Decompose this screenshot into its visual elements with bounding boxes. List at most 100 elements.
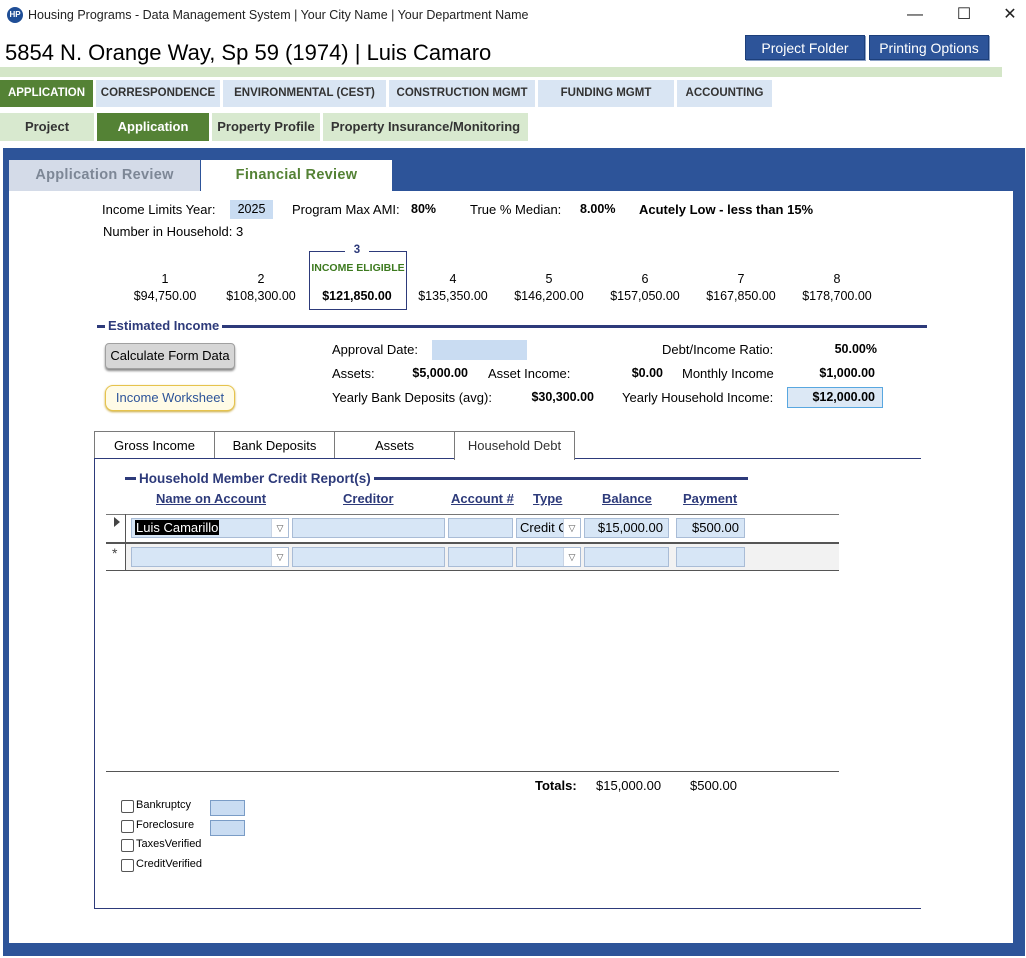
current-record-indicator-icon [114, 517, 120, 527]
income-limits-year-label: Income Limits Year: [102, 202, 216, 217]
household-size-1: 1 [161, 272, 169, 286]
row1-creditor-cell[interactable] [292, 518, 445, 538]
row1-account-cell[interactable] [448, 518, 513, 538]
new-row-balance-cell[interactable] [584, 547, 669, 567]
column-balance[interactable]: Balance [602, 491, 652, 506]
detail-panel-top-border-right [575, 458, 921, 459]
minimize-button[interactable]: — [892, 0, 938, 30]
income-limit-8: $178,700.00 [802, 289, 872, 303]
chevron-down-icon[interactable]: ▽ [271, 548, 288, 566]
bankruptcy-checkbox[interactable] [121, 800, 134, 813]
detail-panel-left-border [94, 458, 95, 909]
income-limit-7: $167,850.00 [706, 289, 776, 303]
tab-construction-mgmt[interactable]: CONSTRUCTION MGMT [389, 80, 535, 107]
bankruptcy-label: Bankruptcy [136, 799, 192, 811]
new-row-type-cell[interactable]: ▽ [516, 547, 581, 567]
bankruptcy-date-field[interactable] [210, 800, 245, 816]
foreclosure-date-field[interactable] [210, 820, 245, 836]
app-logo-icon: HP [7, 7, 23, 23]
detail-panel-bottom-border [94, 908, 921, 909]
new-row-name-cell[interactable]: ▽ [131, 547, 289, 567]
tab-correspondence[interactable]: CORRESPONDENCE [96, 80, 220, 107]
tab-environmental[interactable]: ENVIRONMENTAL (CEST) [223, 80, 386, 107]
printing-options-button[interactable]: Printing Options [869, 35, 989, 60]
header-divider [0, 67, 1002, 77]
tab-financial-review[interactable]: Financial Review [201, 160, 392, 192]
column-payment[interactable]: Payment [683, 491, 737, 506]
window-title: Housing Programs - Data Management Syste… [28, 8, 529, 22]
assets-value: $5,000.00 [412, 366, 468, 380]
subtab-property-insurance[interactable]: Property Insurance/Monitoring [323, 113, 528, 141]
approval-date-label: Approval Date: [332, 342, 418, 357]
yearly-bank-deposits-label: Yearly Bank Deposits (avg): [332, 390, 492, 405]
maximize-button[interactable]: ☐ [941, 0, 987, 30]
income-worksheet-button[interactable]: Income Worksheet [105, 385, 235, 411]
taxes-verified-checkbox[interactable] [121, 839, 134, 852]
true-median-label: True % Median: [470, 202, 562, 217]
true-median-value: 8.00% [580, 202, 616, 216]
row1-payment-cell[interactable]: $500.00 [676, 518, 745, 538]
tab-funding-mgmt[interactable]: FUNDING MGMT [538, 80, 674, 107]
new-row-creditor-cell[interactable] [292, 547, 445, 567]
income-limit-3: $121,850.00 [322, 289, 392, 303]
program-max-ami-label: Program Max AMI: [292, 202, 400, 217]
debt-income-ratio-label: Debt/Income Ratio: [662, 342, 774, 357]
taxes-verified-label: TaxesVerified [136, 838, 202, 850]
asset-income-label: Asset Income: [488, 366, 571, 381]
tab-gross-income[interactable]: Gross Income [94, 431, 215, 459]
new-row-payment-cell[interactable] [676, 547, 745, 567]
foreclosure-checkbox[interactable] [121, 820, 134, 833]
row1-name-cell[interactable]: Luis Camarillo ▽ [131, 518, 289, 538]
yearly-bank-deposits-value: $30,300.00 [531, 390, 594, 404]
grid-line-bottom [106, 570, 839, 571]
column-name-on-account[interactable]: Name on Account [156, 491, 266, 506]
calculate-form-data-button[interactable]: Calculate Form Data [105, 343, 235, 369]
yearly-household-income-label: Yearly Household Income: [622, 390, 774, 405]
monthly-income-value: $1,000.00 [819, 366, 875, 380]
foreclosure-label: Foreclosure [136, 819, 195, 831]
credit-verified-label: CreditVerified [136, 858, 203, 870]
assets-label: Assets: [332, 366, 375, 381]
income-limit-6: $157,050.00 [610, 289, 680, 303]
close-button[interactable]: ✕ [987, 0, 1026, 30]
chevron-down-icon[interactable]: ▽ [563, 519, 580, 537]
subtab-property-profile[interactable]: Property Profile [212, 113, 320, 141]
row1-balance-cell[interactable]: $15,000.00 [584, 518, 669, 538]
income-limit-4: $135,350.00 [418, 289, 488, 303]
household-size-6: 6 [641, 272, 649, 286]
household-size-3: 3 [345, 244, 369, 256]
subtab-application[interactable]: Application [97, 113, 209, 141]
totals-divider [106, 771, 839, 772]
row1-type-cell[interactable]: Credit C ▽ [516, 518, 581, 538]
tab-application[interactable]: APPLICATION [0, 80, 93, 107]
household-size-5: 5 [545, 272, 553, 286]
new-row-account-cell[interactable] [448, 547, 513, 567]
tab-application-review[interactable]: Application Review [9, 160, 200, 191]
household-size-7: 7 [737, 272, 745, 286]
project-folder-button[interactable]: Project Folder [745, 35, 865, 60]
column-creditor[interactable]: Creditor [343, 491, 394, 506]
income-category: Acutely Low - less than 15% [639, 202, 814, 217]
tab-household-debt[interactable]: Household Debt [454, 431, 575, 460]
estimated-income-title: Estimated Income [105, 318, 223, 333]
grid-line-top [106, 514, 839, 515]
household-count-label: Number in Household: 3 [103, 224, 244, 239]
column-type[interactable]: Type [533, 491, 562, 506]
household-size-2: 2 [257, 272, 265, 286]
income-eligible-label: INCOME ELIGIBLE [311, 262, 405, 274]
chevron-down-icon[interactable]: ▽ [271, 519, 288, 537]
credit-report-title: Household Member Credit Report(s) [136, 471, 374, 486]
subtab-project[interactable]: Project [0, 113, 94, 141]
debt-income-ratio-value: 50.00% [834, 342, 877, 356]
tab-assets[interactable]: Assets [334, 431, 455, 459]
credit-verified-checkbox[interactable] [121, 859, 134, 872]
column-account-number[interactable]: Account # [451, 491, 514, 506]
income-limits-year-field[interactable]: 2025 [230, 200, 273, 219]
yearly-household-income-field[interactable]: $12,000.00 [787, 387, 883, 408]
tab-accounting[interactable]: ACCOUNTING [677, 80, 772, 107]
approval-date-field[interactable] [432, 340, 527, 360]
tab-bank-deposits[interactable]: Bank Deposits [214, 431, 335, 459]
row1-name-value: Luis Camarillo [135, 520, 220, 535]
monthly-income-label: Monthly Income [682, 366, 774, 381]
chevron-down-icon[interactable]: ▽ [563, 548, 580, 566]
